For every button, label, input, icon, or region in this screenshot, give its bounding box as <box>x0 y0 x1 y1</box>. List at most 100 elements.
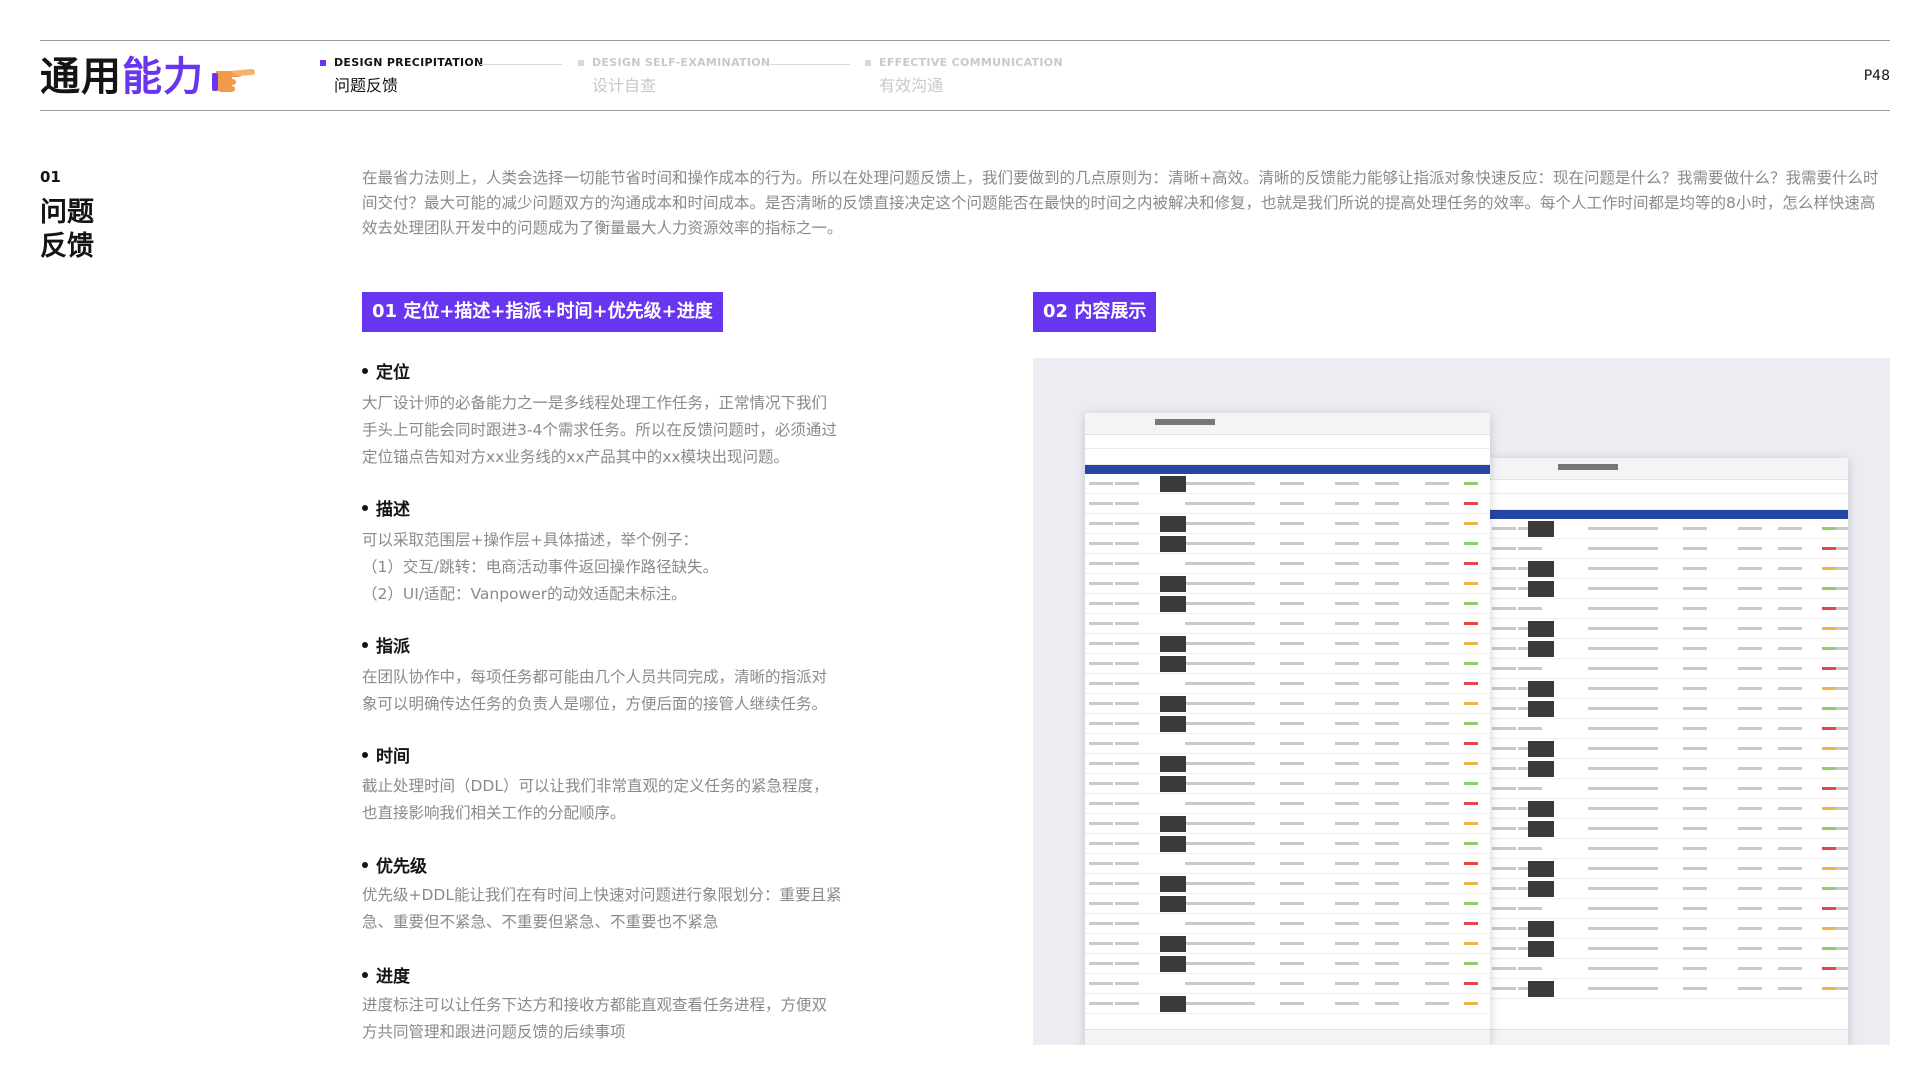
table-cell <box>1683 807 1707 810</box>
table-cell <box>1778 627 1802 630</box>
table-cell <box>1375 622 1399 625</box>
table-cell <box>1683 547 1707 550</box>
row-thumbnail <box>1160 656 1186 672</box>
table-row <box>1488 719 1848 739</box>
table-cell <box>1778 767 1802 770</box>
table-cell <box>1683 527 1707 530</box>
table-cell <box>1375 922 1399 925</box>
sheet-rows <box>1488 519 1848 999</box>
table-cell <box>1375 842 1399 845</box>
status-badge <box>1464 542 1478 545</box>
table-cell <box>1588 787 1658 790</box>
title-part2: 能力 <box>122 54 204 100</box>
bullet-icon <box>362 971 368 978</box>
table-cell <box>1425 942 1449 945</box>
table-row <box>1085 674 1490 694</box>
table-cell <box>1280 482 1304 485</box>
table-cell <box>1089 802 1113 805</box>
table-cell <box>1280 922 1304 925</box>
item-line: 在团队协作中，每项任务都可能由几个人员共同完成，清晰的指派对 <box>362 668 828 686</box>
table-row <box>1085 934 1490 954</box>
table-cell <box>1778 807 1802 810</box>
item-line: 急、重要但不紧急、不重要但紧急、不重要也不紧急 <box>362 913 719 931</box>
table-cell <box>1115 962 1139 965</box>
table-cell <box>1778 707 1802 710</box>
step-dot <box>865 60 871 66</box>
table-cell <box>1425 862 1449 865</box>
row-thumbnail <box>1160 836 1186 852</box>
table-cell <box>1115 682 1139 685</box>
table-cell <box>1280 522 1304 525</box>
row-thumbnail <box>1160 896 1186 912</box>
item-line: （2）UI/适配：Vanpower的动效适配未标注。 <box>362 585 687 603</box>
status-badge <box>1822 607 1836 610</box>
status-badge <box>1464 722 1478 725</box>
table-cell <box>1185 942 1255 945</box>
table-row <box>1488 579 1848 599</box>
item-line: 手头上可能会同时跟进3-4个需求任务。所以在反馈问题时，必须通过 <box>362 421 837 439</box>
table-cell <box>1185 482 1255 485</box>
table-cell <box>1335 742 1359 745</box>
table-cell <box>1335 942 1359 945</box>
table-cell <box>1683 567 1707 570</box>
table-cell <box>1089 902 1113 905</box>
sheet-tabs-bar <box>1085 1029 1490 1045</box>
sheet-title-placeholder <box>1558 464 1618 470</box>
table-row <box>1085 794 1490 814</box>
table-row <box>1085 714 1490 734</box>
table-cell <box>1375 722 1399 725</box>
table-cell <box>1778 647 1802 650</box>
table-cell <box>1185 642 1255 645</box>
table-cell <box>1185 862 1255 865</box>
row-thumbnail <box>1160 776 1186 792</box>
table-cell <box>1280 702 1304 705</box>
item-line: 可以采取范围层+操作层+具体描述，举个例子： <box>362 531 698 549</box>
table-cell <box>1492 987 1516 990</box>
table-cell <box>1089 842 1113 845</box>
table-cell <box>1683 607 1707 610</box>
bullet-icon <box>362 751 368 758</box>
table-cell <box>1185 982 1255 985</box>
status-badge <box>1822 967 1836 970</box>
table-cell <box>1185 962 1255 965</box>
item-line: 截止处理时间（DDL）可以让我们非常直观的定义任务的紧急程度， <box>362 777 829 795</box>
table-cell <box>1683 887 1707 890</box>
item-line: 定位锚点告知对方xx业务线的xx产品其中的xx模块出现问题。 <box>362 448 790 466</box>
step-design-precipitation[interactable]: DESIGN PRECIPITATION 问题反馈 <box>320 56 484 96</box>
table-cell <box>1492 707 1516 710</box>
table-cell <box>1089 822 1113 825</box>
table-cell <box>1683 827 1707 830</box>
table-cell <box>1425 762 1449 765</box>
sheet-toolbar <box>1488 494 1848 510</box>
table-cell <box>1492 847 1516 850</box>
table-cell <box>1588 747 1658 750</box>
row-thumbnail <box>1160 716 1186 732</box>
table-row <box>1085 954 1490 974</box>
table-cell <box>1778 887 1802 890</box>
sheet-rows <box>1085 474 1490 1014</box>
table-row <box>1488 639 1848 659</box>
table-cell <box>1115 662 1139 665</box>
step-effective-communication[interactable]: EFFECTIVE COMMUNICATION 有效沟通 <box>865 56 1063 96</box>
tag-content-display: 02 内容展示 <box>1033 292 1157 332</box>
table-cell <box>1518 847 1542 850</box>
step-design-self-examination[interactable]: DESIGN SELF-EXAMINATION 设计自查 <box>578 56 770 96</box>
step-zh-label: 问题反馈 <box>334 76 399 95</box>
table-row <box>1085 974 1490 994</box>
table-cell <box>1425 502 1449 505</box>
table-row <box>1488 599 1848 619</box>
table-cell <box>1492 767 1516 770</box>
status-badge <box>1464 842 1478 845</box>
table-row <box>1085 514 1490 534</box>
table-cell <box>1185 622 1255 625</box>
table-cell <box>1778 787 1802 790</box>
item-body-positioning: 大厂设计师的必备能力之一是多线程处理工作任务，正常情况下我们 手头上可能会同时跟… <box>362 390 922 471</box>
table-cell <box>1518 547 1542 550</box>
table-cell <box>1089 582 1113 585</box>
table-cell <box>1492 747 1516 750</box>
table-cell <box>1335 922 1359 925</box>
table-cell <box>1683 947 1707 950</box>
table-cell <box>1115 902 1139 905</box>
table-cell <box>1778 567 1802 570</box>
sheet-header-row <box>1085 465 1490 474</box>
